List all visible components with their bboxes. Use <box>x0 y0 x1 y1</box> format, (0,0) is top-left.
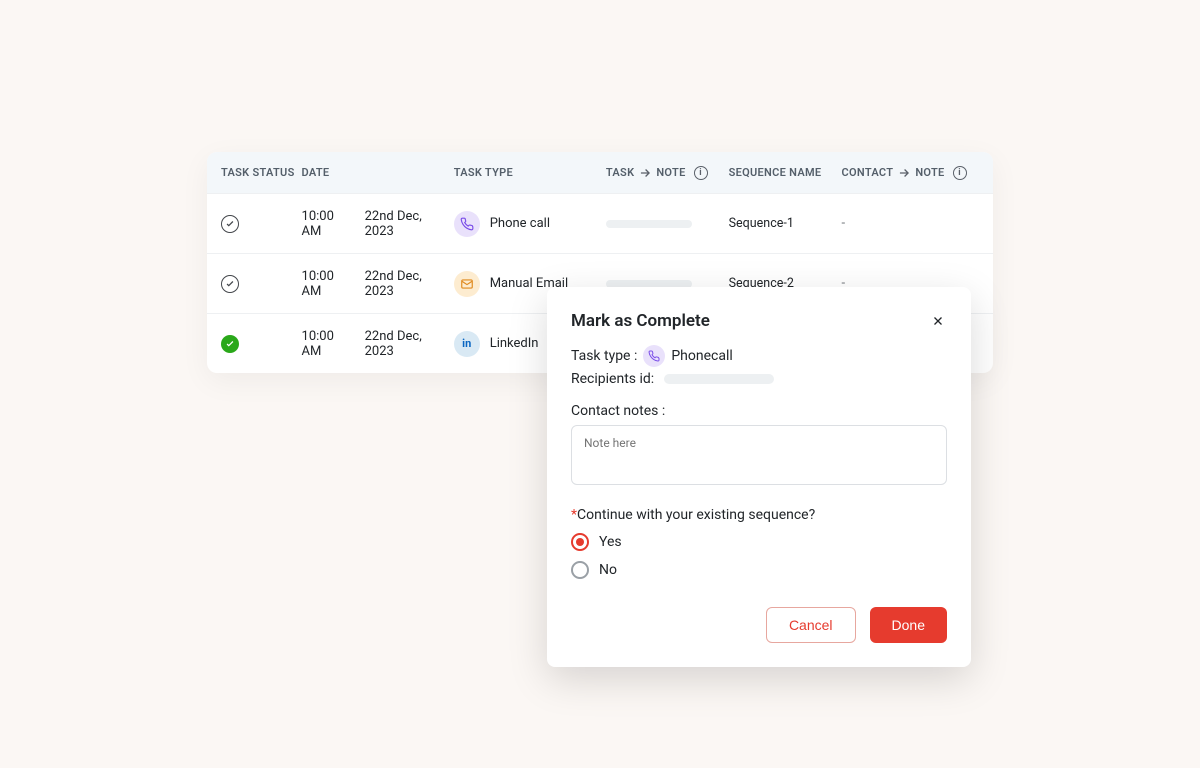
col-header-task-note: TASK NOTE i <box>606 166 729 180</box>
task-date: 22nd Dec, 2023 <box>365 329 454 359</box>
radio-no[interactable]: No <box>571 561 947 579</box>
contact-notes-input[interactable] <box>571 425 947 485</box>
recipients-skeleton <box>664 374 774 384</box>
task-date: 22nd Dec, 2023 <box>365 269 454 299</box>
col-header-date: DATE <box>302 166 454 179</box>
sequence-name: Sequence-1 <box>729 216 842 231</box>
task-label: TASK <box>606 166 634 179</box>
radio-yes-label: Yes <box>599 534 622 550</box>
task-type-label: Phone call <box>490 216 550 231</box>
continue-sequence-question: *Continue with your existing sequence? <box>571 507 947 523</box>
cancel-button[interactable]: Cancel <box>766 607 856 643</box>
task-time: 10:00 AM <box>302 329 357 359</box>
task-type-meta-label: Task type : <box>571 348 637 364</box>
note-label-2: NOTE <box>915 166 944 179</box>
radio-indicator <box>571 561 589 579</box>
status-open-icon[interactable] <box>221 275 239 293</box>
status-done-icon[interactable] <box>221 335 239 353</box>
table-row[interactable]: 10:00 AM 22nd Dec, 2023 Phone call Seque… <box>207 193 993 253</box>
phone-icon <box>643 345 665 367</box>
task-time: 10:00 AM <box>302 209 357 239</box>
col-header-sequence: SEQUENCE NAME <box>729 166 842 179</box>
mark-complete-modal: Mark as Complete Task type : Phonecall R… <box>547 287 971 667</box>
arrow-right-icon <box>897 166 911 180</box>
linkedin-icon: in <box>454 331 480 357</box>
note-label: NOTE <box>656 166 685 179</box>
contact-label: CONTACT <box>842 166 894 179</box>
table-header-row: TASK STATUS DATE TASK TYPE TASK NOTE i S… <box>207 152 993 193</box>
modal-title: Mark as Complete <box>571 311 710 331</box>
close-icon[interactable] <box>929 312 947 330</box>
info-icon[interactable]: i <box>694 166 708 180</box>
status-open-icon[interactable] <box>221 215 239 233</box>
col-header-status: TASK STATUS <box>221 166 302 179</box>
task-time: 10:00 AM <box>302 269 357 299</box>
mail-icon <box>454 271 480 297</box>
task-type-meta-value: Phonecall <box>671 348 732 364</box>
continue-sequence-radio-group: Yes No <box>571 533 947 579</box>
radio-yes[interactable]: Yes <box>571 533 947 551</box>
radio-no-label: No <box>599 562 617 578</box>
contact-note-value: - <box>842 216 979 231</box>
radio-indicator-selected <box>571 533 589 551</box>
arrow-right-icon <box>638 166 652 180</box>
task-date: 22nd Dec, 2023 <box>365 209 454 239</box>
info-icon[interactable]: i <box>953 166 967 180</box>
note-skeleton <box>606 220 692 228</box>
task-type-label: LinkedIn <box>490 336 539 351</box>
done-button[interactable]: Done <box>870 607 947 643</box>
recipients-label: Recipients id: <box>571 371 654 387</box>
phone-icon <box>454 211 480 237</box>
col-header-type: TASK TYPE <box>454 166 606 179</box>
contact-notes-label: Contact notes : <box>571 403 947 419</box>
col-header-contact-note: CONTACT NOTE i <box>842 166 979 180</box>
